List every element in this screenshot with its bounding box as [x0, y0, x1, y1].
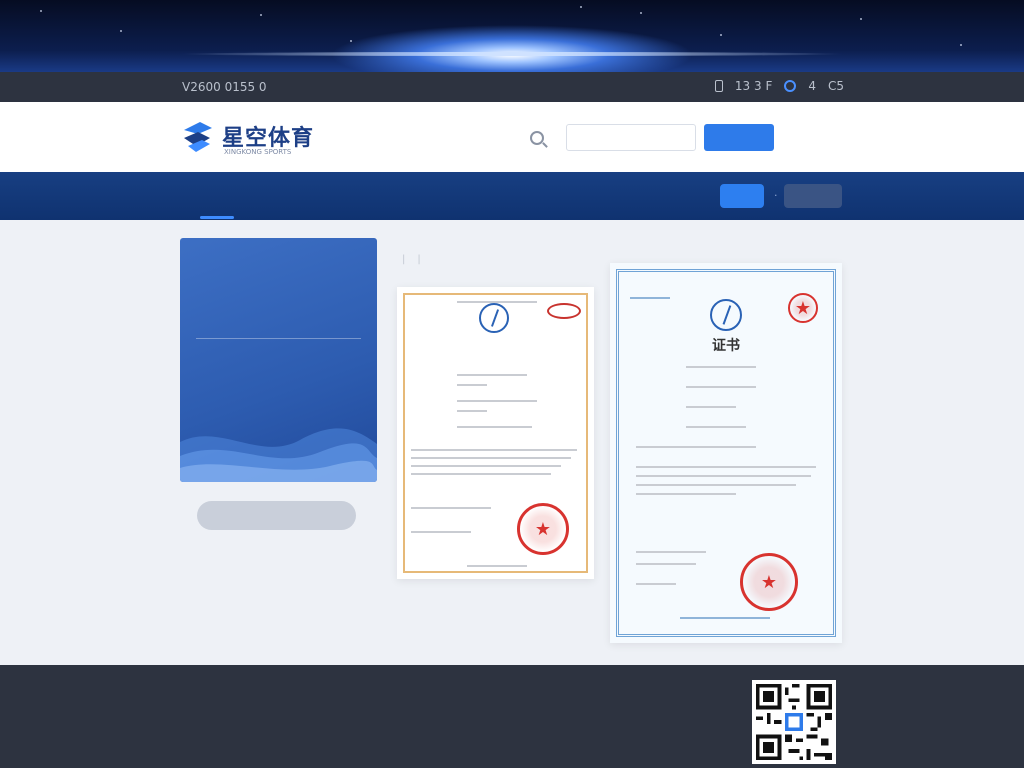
- cert-field-value: [686, 386, 756, 388]
- location-icon[interactable]: [784, 80, 797, 92]
- cert-body-line: [636, 475, 811, 477]
- star: [260, 14, 262, 16]
- top-info-bar: V2600 0155 0 13 3 F 4 C5: [0, 72, 1024, 102]
- cert-body-line: [636, 493, 736, 495]
- cert-bottom-line: [467, 565, 527, 567]
- cert-header-line: [630, 297, 670, 299]
- brand-logo[interactable]: 星空体育 XINGKONG SPORTS: [180, 118, 314, 156]
- star: [640, 12, 642, 14]
- search-button[interactable]: [704, 124, 774, 151]
- main-content: | | 证书: [0, 220, 1024, 665]
- cert-footer-line: [636, 583, 676, 585]
- breadcrumb-separator: |: [417, 254, 421, 265]
- qr-code-icon: [756, 684, 832, 760]
- cert-body-line: [411, 457, 571, 459]
- star: [120, 30, 122, 32]
- cert-body-line: [636, 466, 816, 468]
- cert-body-line: [636, 484, 796, 486]
- certificate-left[interactable]: [397, 287, 594, 579]
- company-logo-icon: [547, 303, 581, 319]
- cert-body-line: [411, 449, 577, 451]
- phone-text: 13 3 F: [734, 79, 773, 93]
- cert-bottom-line: [680, 617, 770, 619]
- certificate-right[interactable]: 证书: [610, 263, 842, 643]
- site-footer: [0, 665, 1024, 768]
- nav-separator: ·: [774, 189, 778, 202]
- star: [720, 34, 722, 36]
- sidebar-waves: [180, 428, 377, 482]
- login-button[interactable]: [720, 184, 764, 208]
- hero-banner: [0, 0, 1024, 72]
- phone-icon: [714, 80, 723, 92]
- cert-field-value: [686, 366, 756, 368]
- star: [40, 10, 42, 12]
- cert-field-value: [457, 426, 532, 428]
- nav-active-underline: [200, 216, 234, 219]
- star: [860, 18, 862, 20]
- search-area: [530, 124, 774, 151]
- certificate-title: 证书: [712, 338, 740, 354]
- national-emblem-icon: [479, 303, 509, 333]
- cert-field-value: [457, 410, 487, 412]
- search-input[interactable]: [566, 124, 696, 151]
- red-seal-icon: [740, 553, 798, 611]
- national-emblem-icon: [710, 299, 742, 331]
- cert-footer-line: [636, 563, 696, 565]
- cert-body-line: [411, 465, 561, 467]
- topbar-right-text[interactable]: C5: [828, 79, 844, 93]
- cert-field-value: [686, 426, 746, 428]
- cert-field-value: [636, 446, 756, 448]
- site-header: 星空体育 XINGKONG SPORTS: [0, 102, 1024, 172]
- sidebar-card: [180, 238, 377, 482]
- search-icon: [530, 130, 544, 145]
- cert-footer-line: [411, 507, 491, 509]
- star: [960, 44, 962, 46]
- cert-body-line: [411, 473, 551, 475]
- star: [580, 6, 582, 8]
- qr-code[interactable]: [752, 680, 836, 764]
- brand-mark-icon: [184, 122, 212, 152]
- breadcrumb: | |: [396, 254, 427, 265]
- mail-text: 4: [808, 79, 816, 93]
- cert-field-value: [457, 374, 527, 376]
- cert-footer-line: [636, 551, 706, 553]
- breadcrumb-separator: |: [402, 254, 406, 265]
- main-nav: ·: [0, 172, 1024, 220]
- brand-subtitle: XINGKONG SPORTS: [224, 148, 292, 156]
- sidebar-button[interactable]: [197, 501, 356, 530]
- horizon-glow: [180, 52, 844, 56]
- sidebar-divider: [196, 338, 361, 339]
- cert-field-value: [457, 384, 487, 386]
- cert-footer-line: [411, 531, 471, 533]
- star: [350, 40, 352, 42]
- topbar-right: 13 3 F 4 C5: [714, 79, 844, 93]
- cert-field-value: [686, 406, 736, 408]
- red-seal-icon: [517, 503, 569, 555]
- small-seal-icon: [788, 293, 818, 323]
- cert-field-value: [457, 400, 537, 402]
- register-button[interactable]: [784, 184, 842, 208]
- hotline-text: V2600 0155 0: [182, 80, 267, 94]
